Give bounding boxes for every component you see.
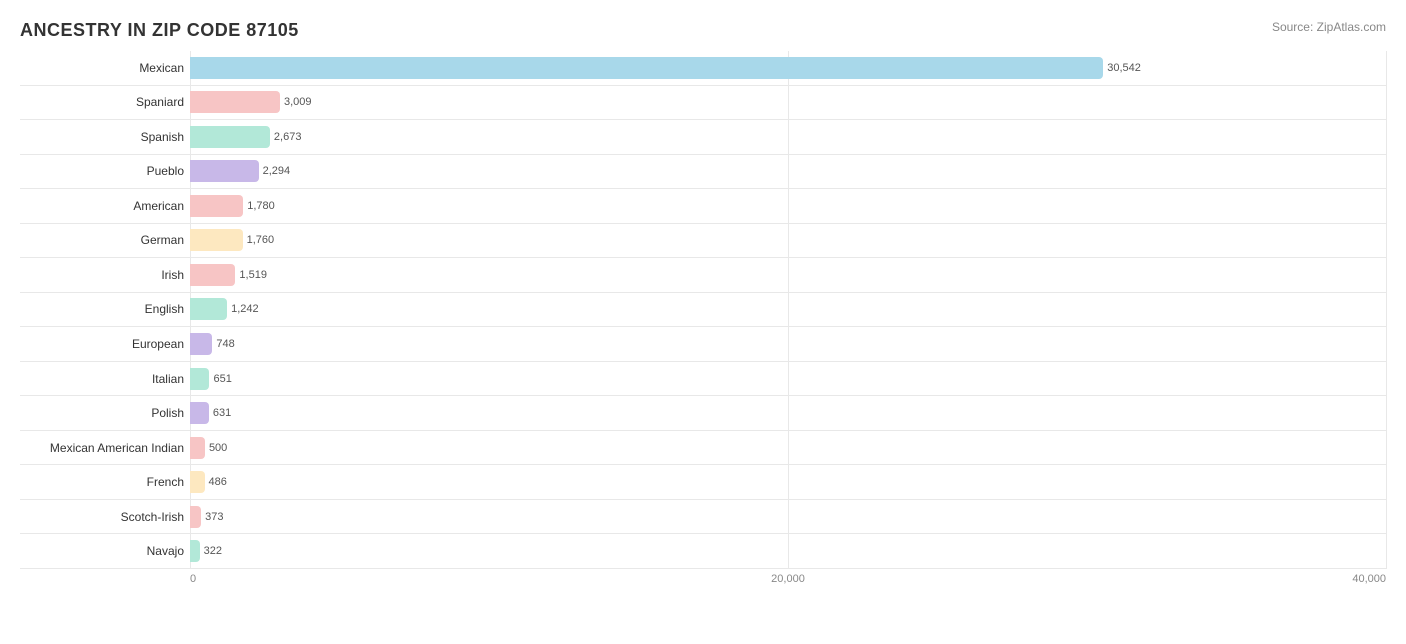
bar-wrapper: 631: [190, 396, 1386, 430]
bar-inner: 748: [190, 333, 212, 355]
chart-title: ANCESTRY IN ZIP CODE 87105: [20, 20, 1386, 41]
x-axis-label: 20,000: [589, 573, 988, 585]
chart-area: Mexican30,542Spaniard3,009Spanish2,673Pu…: [20, 51, 1386, 585]
bar-wrapper: 2,294: [190, 155, 1386, 189]
bar-value: 1,242: [231, 303, 259, 315]
bar-wrapper: 1,519: [190, 258, 1386, 292]
bar-value: 373: [205, 511, 223, 523]
bar-inner: 1,780: [190, 195, 243, 217]
bar-value: 2,294: [263, 165, 291, 177]
bar-label: French: [20, 473, 190, 491]
bar-row: Polish631: [20, 396, 1386, 431]
bar-inner: 2,294: [190, 160, 259, 182]
bar-row: Mexican American Indian500: [20, 431, 1386, 466]
bar-inner: 486: [190, 471, 205, 493]
bar-inner: 373: [190, 506, 201, 528]
bar-value: 500: [209, 442, 227, 454]
bar-label: Spanish: [20, 128, 190, 146]
bar-value: 486: [209, 476, 227, 488]
bar-row: Italian651: [20, 362, 1386, 397]
bar-value: 30,542: [1107, 62, 1141, 74]
source-text: Source: ZipAtlas.com: [1272, 20, 1386, 34]
bar-row: Navajo322: [20, 534, 1386, 569]
bar-value: 631: [213, 407, 231, 419]
bar-label: Italian: [20, 370, 190, 388]
bar-wrapper: 748: [190, 327, 1386, 361]
bar-row: Pueblo2,294: [20, 155, 1386, 190]
bar-label: Spaniard: [20, 93, 190, 111]
bar-value: 2,673: [274, 131, 302, 143]
bar-row: Scotch-Irish373: [20, 500, 1386, 535]
x-axis-label: 40,000: [987, 573, 1386, 585]
bar-label: Scotch-Irish: [20, 508, 190, 526]
x-axis-label: 0: [190, 573, 589, 585]
chart-container: ANCESTRY IN ZIP CODE 87105 Source: ZipAt…: [0, 0, 1406, 644]
bar-inner: 1,242: [190, 298, 227, 320]
bar-label: Mexican: [20, 59, 190, 77]
bars-section: Mexican30,542Spaniard3,009Spanish2,673Pu…: [20, 51, 1386, 569]
bar-label: German: [20, 231, 190, 249]
bar-inner: 3,009: [190, 91, 280, 113]
bar-row: Spanish2,673: [20, 120, 1386, 155]
bar-row: American1,780: [20, 189, 1386, 224]
x-axis: 020,00040,000: [190, 573, 1386, 585]
bar-inner: 2,673: [190, 126, 270, 148]
bar-inner: 631: [190, 402, 209, 424]
bar-value: 748: [216, 338, 234, 350]
bar-wrapper: 1,780: [190, 189, 1386, 223]
bar-inner: 1,519: [190, 264, 235, 286]
bar-row: English1,242: [20, 293, 1386, 328]
bar-row: European748: [20, 327, 1386, 362]
bar-value: 1,519: [239, 269, 267, 281]
bar-wrapper: 322: [190, 534, 1386, 568]
bar-label: Polish: [20, 404, 190, 422]
grid-line: [1386, 51, 1387, 569]
bar-wrapper: 3,009: [190, 86, 1386, 120]
bar-inner: 500: [190, 437, 205, 459]
bar-label: Navajo: [20, 542, 190, 560]
bar-inner: 30,542: [190, 57, 1103, 79]
bar-label: English: [20, 300, 190, 318]
bar-value: 1,780: [247, 200, 275, 212]
bar-value: 3,009: [284, 96, 312, 108]
bar-row: Spaniard3,009: [20, 86, 1386, 121]
bar-wrapper: 1,760: [190, 224, 1386, 258]
bar-wrapper: 651: [190, 362, 1386, 396]
bar-wrapper: 486: [190, 465, 1386, 499]
bar-row: German1,760: [20, 224, 1386, 259]
bar-label: Pueblo: [20, 162, 190, 180]
bar-wrapper: 500: [190, 431, 1386, 465]
bar-label: American: [20, 197, 190, 215]
bar-wrapper: 2,673: [190, 120, 1386, 154]
bar-value: 1,760: [247, 234, 275, 246]
bar-label: European: [20, 335, 190, 353]
bar-label: Mexican American Indian: [20, 439, 190, 457]
bar-inner: 651: [190, 368, 209, 390]
bar-value: 322: [204, 545, 222, 557]
bar-row: Irish1,519: [20, 258, 1386, 293]
bar-wrapper: 1,242: [190, 293, 1386, 327]
bar-wrapper: 30,542: [190, 51, 1386, 85]
bar-row: French486: [20, 465, 1386, 500]
bar-inner: 1,760: [190, 229, 243, 251]
bar-inner: 322: [190, 540, 200, 562]
bar-label: Irish: [20, 266, 190, 284]
bar-row: Mexican30,542: [20, 51, 1386, 86]
bar-wrapper: 373: [190, 500, 1386, 534]
bar-value: 651: [213, 373, 231, 385]
